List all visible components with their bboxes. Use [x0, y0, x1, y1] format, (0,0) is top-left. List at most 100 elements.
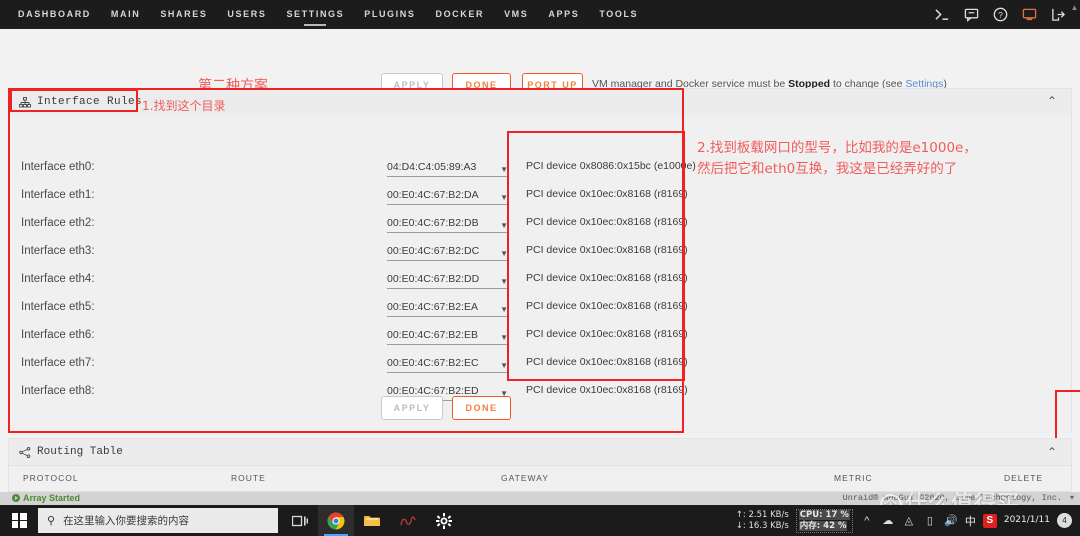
- task-view-icon[interactable]: [282, 505, 318, 536]
- chevron-down-icon: ▼: [500, 333, 508, 342]
- nav-item-docker[interactable]: DOCKER: [425, 0, 494, 29]
- annotation-step2-line2: 然后把它和eth0互换，我这是已经弄好的了: [697, 161, 958, 177]
- nav-item-vms[interactable]: VMS: [494, 0, 538, 29]
- play-circle-icon: [12, 494, 20, 502]
- done-button-bottom[interactable]: DONE: [452, 396, 511, 420]
- routing-title-group: Routing Table: [9, 446, 123, 458]
- top-navigation-bar: DASHBOARD MAIN SHARES USERS SETTINGS PLU…: [0, 0, 1080, 29]
- status-bar: Array Started Unraid® webGui ©2020, Lime…: [0, 492, 1080, 505]
- chevron-down-icon: ▼: [500, 361, 508, 370]
- scroll-up-arrow[interactable]: ▲: [1070, 3, 1079, 12]
- annotation-step2-line1: 2.找到板载网口的型号，比如我的是e1000e，: [697, 140, 977, 156]
- array-status-label: Array Started: [23, 493, 81, 503]
- search-placeholder: 在这里输入你要搜索的内容: [63, 515, 190, 527]
- chat-icon[interactable]: [964, 7, 979, 22]
- pci-device-label: PCI device 0x10ec:0x8168 (r8169): [526, 356, 688, 368]
- interface-label: Interface eth3:: [21, 245, 95, 257]
- pci-device-label: PCI device 0x8086:0x15bc (e1000e): [526, 160, 696, 172]
- pci-device-label: PCI device 0x10ec:0x8168 (r8169): [526, 244, 688, 256]
- windows-logo-icon: [11, 513, 27, 528]
- pci-device-label: PCI device 0x10ec:0x8168 (r8169): [526, 328, 688, 340]
- network-upload: ↑: 2.51 KB/s: [735, 509, 789, 520]
- battery-icon[interactable]: ▯: [923, 514, 937, 528]
- table-row: Interface eth8: 00:E0:4C:67:B2:ED ▼ PCI …: [9, 381, 1071, 410]
- table-row: Interface eth5: 00:E0:4C:67:B2:EA ▼ PCI …: [9, 297, 1071, 326]
- mac-select-eth5[interactable]: 00:E0:4C:67:B2:EA ▼: [387, 297, 509, 317]
- notification-badge[interactable]: 4: [1057, 513, 1072, 528]
- apply-button-bottom[interactable]: APPLY: [381, 396, 443, 420]
- routing-collapse-chevron-icon[interactable]: ⌃: [1047, 445, 1057, 459]
- taskbar-search-input[interactable]: ⚲ 在这里输入你要搜索的内容: [38, 508, 278, 533]
- column-header-route: ROUTE: [231, 473, 266, 483]
- squirrel-icon[interactable]: [390, 505, 426, 536]
- nav-items: DASHBOARD MAIN SHARES USERS SETTINGS PLU…: [0, 0, 648, 29]
- help-icon[interactable]: ?: [993, 7, 1008, 22]
- clock-date: 2021/1/11: [1003, 515, 1050, 525]
- pci-device-label: PCI device 0x10ec:0x8168 (r8169): [526, 384, 688, 396]
- mac-value: 00:E0:4C:67:B2:DB: [387, 217, 479, 229]
- interface-label: Interface eth1:: [21, 189, 95, 201]
- chevron-down-icon: ▼: [500, 277, 508, 286]
- settings-gear-icon[interactable]: [426, 505, 462, 536]
- nav-item-tools[interactable]: TOOLS: [589, 0, 648, 29]
- nav-item-settings[interactable]: SETTINGS: [276, 0, 354, 29]
- column-header-metric: METRIC: [834, 473, 873, 483]
- network-speed: ↑: 2.51 KB/s ↓: 16.3 KB/s: [736, 510, 789, 532]
- nav-item-users[interactable]: USERS: [217, 0, 276, 29]
- panel-collapse-chevron-icon[interactable]: ⌃: [1047, 95, 1057, 107]
- mac-select-eth6[interactable]: 00:E0:4C:67:B2:EB ▼: [387, 325, 509, 345]
- mac-select-eth2[interactable]: 00:E0:4C:67:B2:DB ▼: [387, 213, 509, 233]
- cpu-memory-monitor[interactable]: CPU: 17 % 内存: 42 %: [795, 508, 853, 533]
- mac-value: 00:E0:4C:67:B2:EB: [387, 329, 479, 341]
- table-row: Interface eth3: 00:E0:4C:67:B2:DC ▼ PCI …: [9, 241, 1071, 270]
- table-row: Interface eth7: 00:E0:4C:67:B2:EC ▼ PCI …: [9, 353, 1071, 382]
- table-row: Interface eth2: 00:E0:4C:67:B2:DB ▼ PCI …: [9, 213, 1071, 242]
- volume-icon[interactable]: 🔊: [944, 514, 958, 528]
- routing-table-header[interactable]: Routing Table ⌃: [9, 439, 1071, 465]
- mac-select-eth3[interactable]: 00:E0:4C:67:B2:DC ▼: [387, 241, 509, 261]
- terminal-icon[interactable]: [935, 7, 950, 22]
- display-icon[interactable]: [1022, 7, 1037, 22]
- file-explorer-icon[interactable]: [354, 505, 390, 536]
- start-button[interactable]: [0, 505, 38, 536]
- nav-item-shares[interactable]: SHARES: [150, 0, 217, 29]
- annotation-step2: 2.找到板载网口的型号，比如我的是e1000e， 然后把它和eth0互换，我这是…: [697, 138, 1069, 180]
- onedrive-cloud-icon[interactable]: ☁: [881, 514, 895, 528]
- mac-select-eth0[interactable]: 04:D4:C4:05:89:A3 ▼: [387, 157, 509, 177]
- nav-right-icons: ?: [935, 0, 1066, 29]
- interface-label: Interface eth7:: [21, 357, 95, 369]
- array-status: Array Started: [12, 493, 80, 503]
- taskbar-icons: [282, 505, 462, 536]
- copyright-text: Unraid® webGui ©2020, Lime Technology, I…: [842, 493, 1062, 503]
- mac-value: 00:E0:4C:67:B2:EA: [387, 301, 479, 313]
- nav-item-plugins[interactable]: PLUGINS: [354, 0, 425, 29]
- sogou-input-icon[interactable]: S: [982, 513, 997, 528]
- mac-value: 00:E0:4C:67:B2:DD: [387, 273, 480, 285]
- nav-item-main[interactable]: MAIN: [101, 0, 150, 29]
- mac-value: 00:E0:4C:67:B2:DC: [387, 245, 480, 257]
- chevron-down-icon: ▼: [500, 165, 508, 174]
- nav-item-dashboard[interactable]: DASHBOARD: [8, 0, 101, 29]
- pci-device-label: PCI device 0x10ec:0x8168 (r8169): [526, 272, 688, 284]
- interface-label: Interface eth5:: [21, 301, 95, 313]
- wifi-icon[interactable]: ◬: [902, 514, 916, 528]
- nav-item-apps[interactable]: APPS: [538, 0, 589, 29]
- statusbar-caret-icon[interactable]: ▾: [1070, 493, 1074, 502]
- system-tray: ↑: 2.51 KB/s ↓: 16.3 KB/s CPU: 17 % 内存: …: [736, 505, 1080, 536]
- interface-label: Interface eth8:: [21, 385, 95, 397]
- chrome-icon[interactable]: [318, 505, 354, 536]
- mac-select-eth7[interactable]: 00:E0:4C:67:B2:EC ▼: [387, 353, 509, 373]
- panel-title-label: Interface Rules: [37, 96, 143, 108]
- mac-select-eth4[interactable]: 00:E0:4C:67:B2:DD ▼: [387, 269, 509, 289]
- table-row: Interface eth6: 00:E0:4C:67:B2:EB ▼ PCI …: [9, 325, 1071, 354]
- interface-label: Interface eth6:: [21, 329, 95, 341]
- windows-taskbar: ⚲ 在这里输入你要搜索的内容 ↑: 2.51 KB/s ↓: 16.3 KB/s…: [0, 505, 1080, 536]
- annotation-step1: 1.找到这个目录: [142, 99, 226, 113]
- magnifier-icon: ⚲: [47, 515, 56, 527]
- tray-expand-chevron-icon[interactable]: ^: [860, 514, 874, 528]
- ime-mode-icon[interactable]: 中: [965, 513, 976, 529]
- taskbar-clock[interactable]: 2021/1/11: [1004, 515, 1050, 526]
- logout-icon[interactable]: [1051, 7, 1066, 22]
- cpu-usage: CPU: 17 %: [798, 509, 850, 520]
- mac-select-eth1[interactable]: 00:E0:4C:67:B2:DA ▼: [387, 185, 509, 205]
